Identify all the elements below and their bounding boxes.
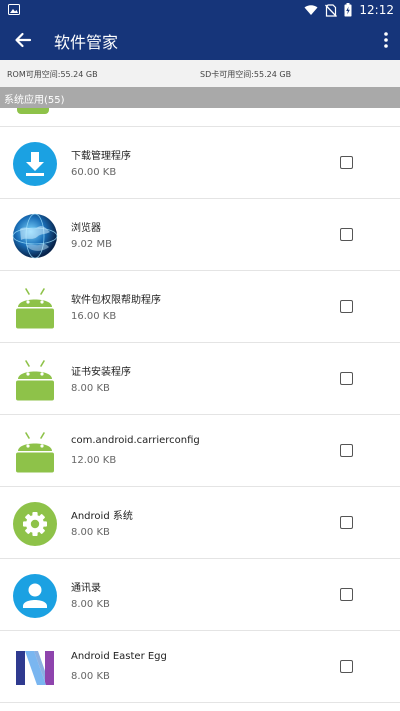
app-name: 通讯录 <box>71 583 101 594</box>
back-arrow-icon[interactable] <box>12 29 34 51</box>
section-header-system-apps: 系统应用(55) <box>0 87 400 108</box>
browser-globe-icon <box>12 213 58 259</box>
select-checkbox[interactable] <box>340 516 353 529</box>
sd-free-space: SD卡可用空间:55.24 GB <box>200 70 292 79</box>
android-icon <box>16 432 54 473</box>
app-name: 浏览器 <box>71 223 101 234</box>
app-bar: 软件管家 <box>0 20 400 60</box>
list-item[interactable]: com.android.carrierconfig 12.00 KB <box>0 415 400 487</box>
list-item[interactable]: Android Easter Egg 8.00 KB <box>0 631 400 703</box>
select-checkbox[interactable] <box>340 660 353 673</box>
list-item[interactable]: Android 系统 8.00 KB <box>0 487 400 559</box>
more-vert-icon[interactable] <box>382 29 390 51</box>
app-size: 8.00 KB <box>71 599 110 610</box>
list-item[interactable]: 下载管理程序 60.00 KB <box>0 127 400 199</box>
app-name: 证书安装程序 <box>71 367 131 378</box>
list-item[interactable]: 软件包权限帮助程序 16.00 KB <box>0 271 400 343</box>
battery-charging-icon <box>344 3 352 17</box>
select-checkbox[interactable] <box>340 588 353 601</box>
list-item[interactable]: 通讯录 8.00 KB <box>0 559 400 631</box>
list-item-partial <box>0 108 400 127</box>
screen: 12:12 软件管家 ROM可用空间:55.24 GB SD卡可用空间:55.2… <box>0 0 400 711</box>
app-list[interactable]: 下载管理程序 60.00 KB 浏览器 9.02 MB 软件包权限帮助程序 16… <box>0 108 400 711</box>
image-notification-icon <box>8 4 20 15</box>
settings-gear-icon <box>13 502 57 546</box>
status-bar: 12:12 <box>0 0 400 20</box>
clock-time: 12:12 <box>359 3 394 17</box>
select-checkbox[interactable] <box>340 300 353 313</box>
app-size: 9.02 MB <box>71 239 112 250</box>
app-name: 软件包权限帮助程序 <box>71 295 161 306</box>
select-checkbox[interactable] <box>340 156 353 169</box>
app-name: 下载管理程序 <box>71 151 131 162</box>
app-size: 16.00 KB <box>71 311 117 322</box>
app-size: 60.00 KB <box>71 167 117 178</box>
app-size: 8.00 KB <box>71 527 110 538</box>
app-name: com.android.carrierconfig <box>71 435 200 446</box>
app-name: Android Easter Egg <box>71 651 167 662</box>
section-title: 系统应用(55) <box>4 95 65 106</box>
list-item[interactable]: 证书安装程序 8.00 KB <box>0 343 400 415</box>
select-checkbox[interactable] <box>340 228 353 241</box>
app-size: 12.00 KB <box>71 455 117 466</box>
nougat-n-icon <box>16 651 54 685</box>
android-icon-partial <box>17 108 49 114</box>
no-sim-icon <box>325 3 338 17</box>
status-icons: 12:12 <box>304 2 394 18</box>
app-name: Android 系统 <box>71 511 133 522</box>
app-size: 8.00 KB <box>71 383 110 394</box>
wifi-icon <box>304 5 318 15</box>
download-icon <box>13 142 57 186</box>
select-checkbox[interactable] <box>340 444 353 457</box>
app-size: 8.00 KB <box>71 671 110 682</box>
android-icon <box>16 288 54 329</box>
contacts-icon <box>13 574 57 618</box>
android-icon <box>16 360 54 401</box>
storage-info-bar: ROM可用空间:55.24 GB SD卡可用空间:55.24 GB <box>0 60 400 87</box>
list-item[interactable]: 浏览器 9.02 MB <box>0 199 400 271</box>
rom-free-space: ROM可用空间:55.24 GB <box>7 70 98 79</box>
page-title: 软件管家 <box>54 33 119 52</box>
select-checkbox[interactable] <box>340 372 353 385</box>
